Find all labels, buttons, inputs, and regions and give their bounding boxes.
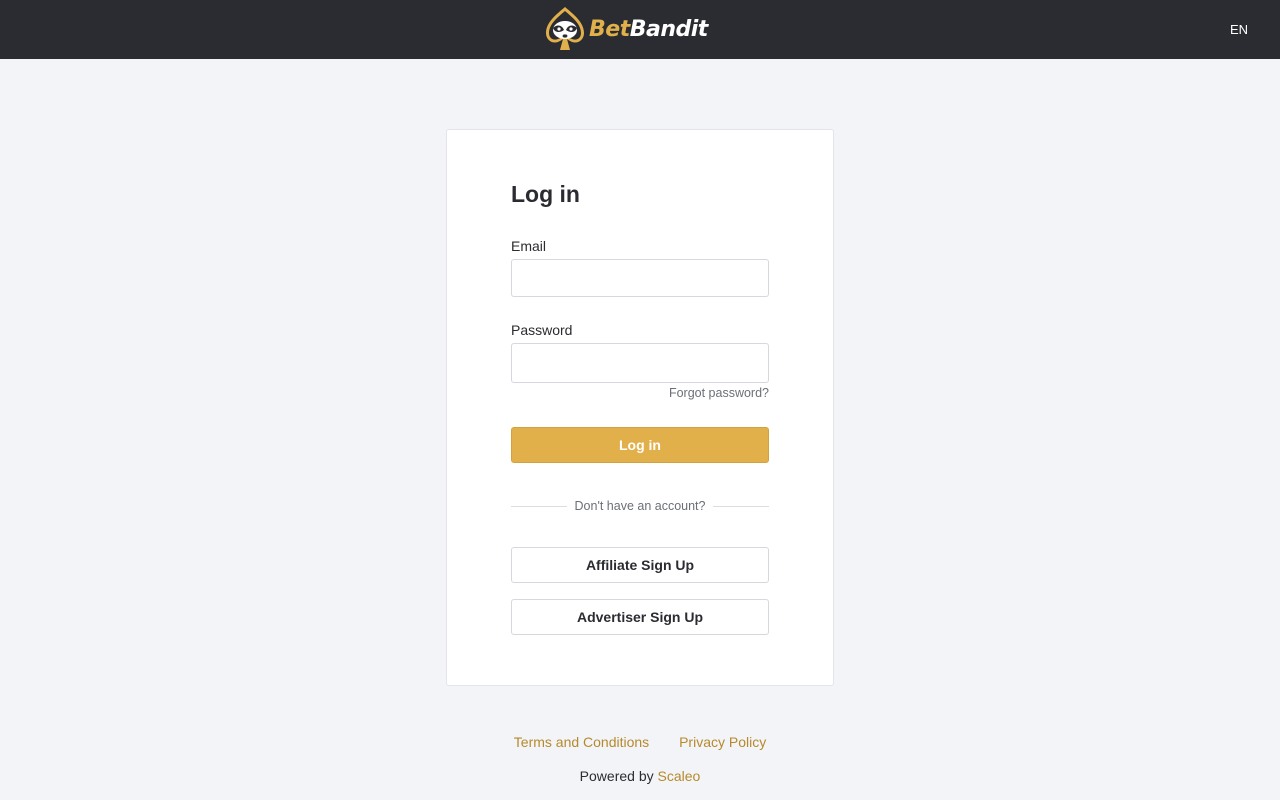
- top-bar: BetBandit EN: [0, 0, 1280, 59]
- footer-links: Terms and Conditions Privacy Policy: [0, 734, 1280, 750]
- login-card: Log in Email Password Forgot password? L…: [446, 129, 834, 686]
- forgot-password-link[interactable]: Forgot password?: [669, 386, 769, 400]
- password-field[interactable]: [511, 343, 769, 383]
- privacy-link[interactable]: Privacy Policy: [679, 734, 766, 750]
- language-selector[interactable]: EN: [1230, 22, 1248, 37]
- divider-line-left: [511, 505, 567, 507]
- brand-wordmark: BetBandit: [589, 16, 708, 42]
- powered-by: Powered by Scaleo: [0, 768, 1280, 784]
- raccoon-spade-icon: [546, 7, 584, 50]
- no-account-text: Don't have an account?: [574, 499, 706, 513]
- affiliate-signup-button[interactable]: Affiliate Sign Up: [511, 547, 769, 583]
- terms-link[interactable]: Terms and Conditions: [514, 734, 649, 750]
- signup-divider: Don't have an account?: [511, 497, 770, 515]
- email-field[interactable]: [511, 259, 769, 297]
- password-label: Password: [511, 322, 573, 338]
- email-label: Email: [511, 238, 547, 254]
- advertiser-signup-button[interactable]: Advertiser Sign Up: [511, 599, 769, 635]
- scaleo-link[interactable]: Scaleo: [658, 768, 701, 784]
- powered-by-text: Powered by: [579, 768, 654, 784]
- brand-logo[interactable]: BetBandit: [543, 6, 708, 52]
- login-button[interactable]: Log in: [511, 427, 769, 463]
- divider-line-right: [713, 505, 770, 507]
- page-title: Log in: [511, 181, 580, 207]
